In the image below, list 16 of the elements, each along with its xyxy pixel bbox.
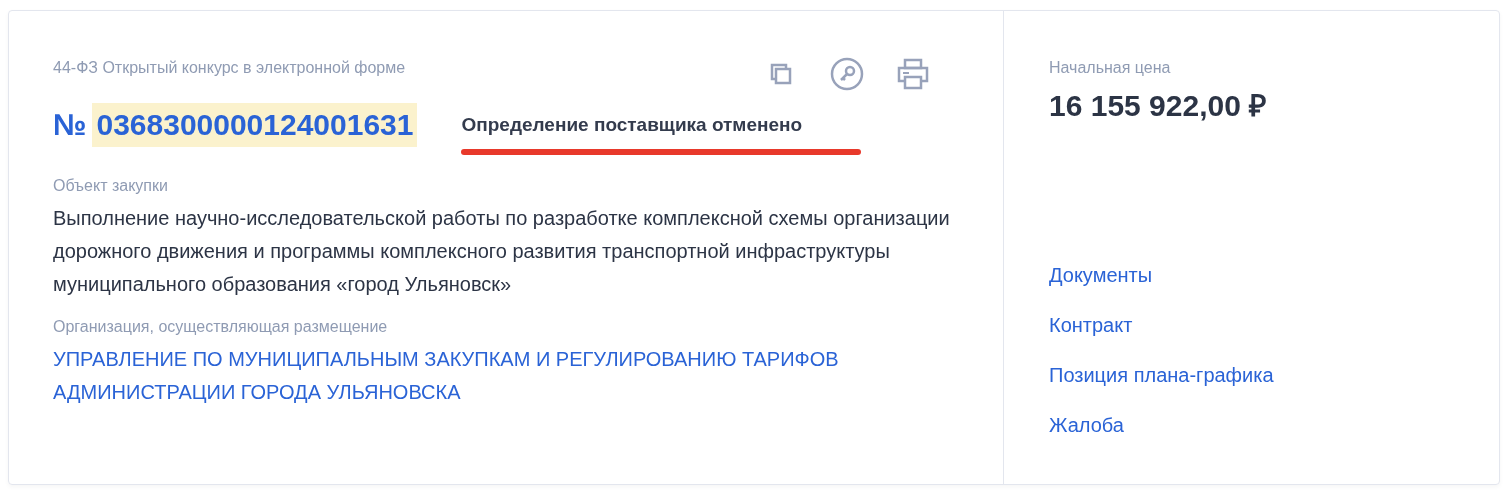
procurement-type: 44-ФЗ Открытый конкурс в электронной форме <box>53 59 406 77</box>
number-sign: № <box>53 107 88 143</box>
field-label: Организация, осуществляющая размещение <box>53 318 389 336</box>
status-text: Определение поставщика отменено <box>461 114 804 136</box>
field-label: Объект закупки <box>53 177 169 195</box>
side-link[interactable]: Позиция плана-графика <box>1049 363 1274 388</box>
side-link[interactable]: Контракт <box>1049 313 1133 338</box>
object-text: Выполнение научно-исследовательской работы по разработке комплексной схемы организации дорожного движения и программы комплексного развития транспортной инфраструктуры муниципального образования «город Ульяновск» <box>53 206 951 297</box>
price-value: 16 155 922,00 ₽ <box>1049 88 1268 124</box>
price-label: Начальная цена <box>1049 59 1172 77</box>
organization-link[interactable]: УПРАВЛЕНИЕ ПО МУНИЦИПАЛЬНЫМ ЗАКУПКАМ И РЕГУЛИРОВАНИЮ ТАРИФОВ АДМИНИСТРАЦИИ ГОРОДА УЛЬЯНОВСКА <box>53 343 963 409</box>
print-icon[interactable] <box>896 57 930 91</box>
side-link[interactable]: Жалоба <box>1049 413 1124 438</box>
side-link[interactable]: Документы <box>1049 263 1153 288</box>
procurement-number: 0368300000124001631 <box>92 103 418 147</box>
key-icon[interactable] <box>830 57 864 91</box>
